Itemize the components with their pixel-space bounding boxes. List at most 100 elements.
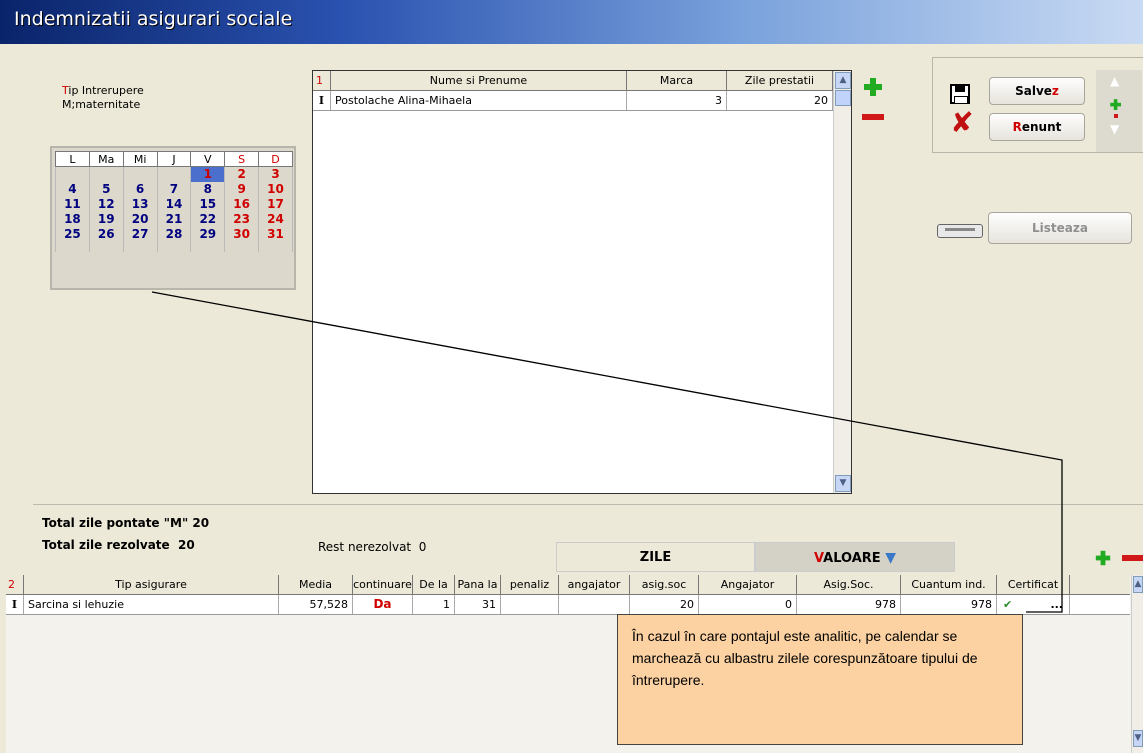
column-header-de-la[interactable]: De la	[413, 575, 455, 594]
calendar-day-5[interactable]: 5	[88, 182, 124, 197]
cancel-button[interactable]: Renunt	[989, 113, 1085, 141]
remove-employee-icon[interactable]	[862, 114, 884, 120]
cell-pana-la[interactable]: 31	[455, 595, 501, 614]
chevron-down-icon: ▼	[885, 550, 897, 566]
cell-angajator-val[interactable]: 0	[699, 595, 797, 614]
separator	[33, 504, 1143, 505]
column-header-asig-soc-val[interactable]: Asig.Soc.	[797, 575, 901, 594]
total-pontate: Total zile pontate "M" 20	[42, 516, 210, 530]
calendar-day-21[interactable]: 21	[156, 212, 192, 227]
column-header-zile[interactable]: Zile prestatii	[727, 71, 833, 90]
calendar-weekday-s: S	[224, 151, 260, 167]
cell-penaliz[interactable]	[501, 595, 559, 614]
calendar-day-12[interactable]: 12	[88, 197, 124, 212]
more-button[interactable]: ...	[1050, 595, 1063, 614]
calendar-day-8[interactable]: 8	[190, 182, 226, 197]
employee-grid-scrollbar[interactable]: ▲ ▼	[833, 71, 851, 493]
calendar-day-31[interactable]: 31	[258, 227, 293, 242]
calendar-week: 11 12 13 14 15 16 17	[55, 197, 293, 212]
rest-nerezolvat: Rest nerezolvat 0	[318, 540, 427, 554]
column-header-nume[interactable]: Nume si Prenume	[331, 71, 627, 90]
cell-de-la[interactable]: 1	[413, 595, 455, 614]
employee-grid[interactable]: 1 Nume si Prenume Marca Zile prestatii I…	[312, 70, 852, 494]
calendar-day-29[interactable]: 29	[190, 227, 226, 242]
calendar-weekday-ma: Ma	[88, 151, 124, 167]
cell-asig-soc-val[interactable]: 978	[797, 595, 901, 614]
calendar-day-23[interactable]: 23	[224, 212, 260, 227]
table-row[interactable]: I Postolache Alina-Mihaela 3 20	[313, 91, 833, 111]
tab-zile[interactable]: ZILE	[556, 542, 755, 572]
nav-down-icon[interactable]: ▼	[1110, 122, 1119, 136]
list-button[interactable]: Listeaza	[988, 212, 1132, 244]
calendar-day-7[interactable]: 7	[156, 182, 192, 197]
cell-cuantum[interactable]: 978	[901, 595, 997, 614]
calendar-day-18[interactable]: 18	[55, 212, 90, 227]
add-record-icon[interactable]	[1109, 98, 1122, 111]
calendar-day-20[interactable]: 20	[122, 212, 158, 227]
calendar-day-10[interactable]: 10	[258, 182, 293, 197]
column-header-cuantum[interactable]: Cuantum ind.	[901, 575, 997, 594]
scroll-up-icon[interactable]: ▲	[1133, 576, 1143, 593]
save-button[interactable]: Salvez	[989, 77, 1085, 105]
grid-index-label: 1	[313, 71, 331, 90]
calendar[interactable]: L Ma Mi J V S D 1 2 3 4 5 6 7 8 9 10 11 12 13 14 15 16 17 18 19 2…	[50, 146, 296, 290]
column-header-media[interactable]: Media	[279, 575, 353, 594]
column-header-penaliz[interactable]: penaliz	[501, 575, 559, 594]
interruption-type-value: M;maternitate	[62, 98, 141, 111]
calendar-day-6[interactable]: 6	[122, 182, 158, 197]
cell-certificat[interactable]: ✔ ...	[997, 595, 1070, 614]
cell-media[interactable]: 57,528	[279, 595, 353, 614]
calendar-day-24[interactable]: 24	[258, 212, 293, 227]
calendar-weekday-header: L Ma Mi J V S D	[55, 151, 293, 167]
column-header-certificat[interactable]: Certificat	[997, 575, 1070, 594]
scroll-thumb[interactable]	[835, 90, 851, 106]
cell-tip-asigurare[interactable]: Sarcina si lehuzie	[24, 595, 279, 614]
calendar-day-9[interactable]: 9	[224, 182, 260, 197]
insurance-grid-scrollbar[interactable]: ▲ ▼	[1131, 575, 1143, 753]
calendar-day-14[interactable]: 14	[156, 197, 192, 212]
calendar-day-empty	[122, 166, 158, 182]
tab-valoare[interactable]: VALOARE ▼	[755, 542, 955, 572]
table-row[interactable]: I Sarcina si lehuzie 57,528 Da 1 31 20 0…	[6, 595, 1130, 615]
scroll-down-icon[interactable]: ▼	[1133, 730, 1143, 747]
add-insurance-icon[interactable]	[1094, 549, 1112, 567]
calendar-day-30[interactable]: 30	[224, 227, 260, 242]
calendar-day-22[interactable]: 22	[190, 212, 226, 227]
column-header-tip-asigurare[interactable]: Tip asigurare	[24, 575, 279, 594]
cell-angajator-zile[interactable]	[559, 595, 630, 614]
scroll-down-icon[interactable]: ▼	[835, 475, 851, 492]
record-navigator[interactable]: ▲ ▼	[1096, 70, 1142, 152]
column-header-marca[interactable]: Marca	[627, 71, 727, 90]
calendar-day-27[interactable]: 27	[122, 227, 158, 242]
calendar-day-empty	[55, 242, 90, 252]
calendar-day-28[interactable]: 28	[156, 227, 192, 242]
column-header-angajator-zile[interactable]: angajator	[559, 575, 630, 594]
calendar-day-25[interactable]: 25	[55, 227, 90, 242]
cell-marca[interactable]: 3	[627, 91, 727, 110]
nav-up-icon[interactable]: ▲	[1110, 74, 1119, 88]
cell-zile[interactable]: 20	[727, 91, 833, 110]
calendar-day-1[interactable]: 1	[190, 166, 226, 182]
calendar-day-13[interactable]: 13	[122, 197, 158, 212]
scroll-up-icon[interactable]: ▲	[835, 72, 851, 89]
calendar-day-3[interactable]: 3	[258, 166, 293, 182]
calendar-day-4[interactable]: 4	[55, 182, 90, 197]
cell-continuare[interactable]: Da	[353, 595, 413, 614]
calendar-day-16[interactable]: 16	[224, 197, 260, 212]
cell-nume[interactable]: Postolache Alina-Mihaela	[331, 91, 627, 110]
calendar-day-19[interactable]: 19	[88, 212, 124, 227]
column-header-angajator-val[interactable]: Angajator	[699, 575, 797, 594]
calendar-day-11[interactable]: 11	[55, 197, 90, 212]
remove-insurance-icon[interactable]	[1122, 555, 1143, 561]
calendar-day-26[interactable]: 26	[88, 227, 124, 242]
calendar-day-empty	[156, 242, 192, 252]
column-header-pana-la[interactable]: Pana la	[455, 575, 501, 594]
column-header-continuare[interactable]: continuare	[353, 575, 413, 594]
window-title: Indemnizatii asigurari sociale	[14, 8, 293, 30]
calendar-day-15[interactable]: 15	[190, 197, 226, 212]
calendar-day-2[interactable]: 2	[224, 166, 260, 182]
add-employee-icon[interactable]	[862, 76, 884, 98]
calendar-day-17[interactable]: 17	[258, 197, 293, 212]
column-header-asig-soc-zile[interactable]: asig.soc	[630, 575, 699, 594]
cell-asig-soc-zile[interactable]: 20	[630, 595, 699, 614]
